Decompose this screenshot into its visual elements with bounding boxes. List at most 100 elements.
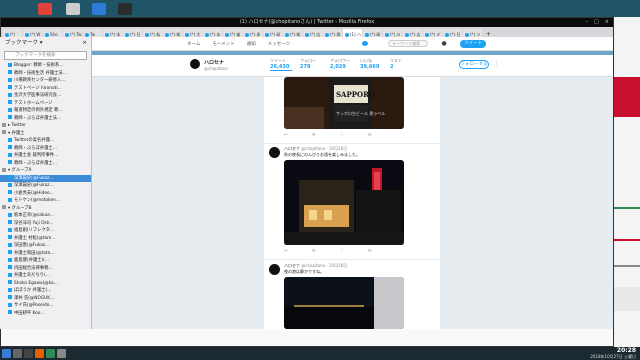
bookmark-item[interactable]: 教師・技術生活 弁護士法… <box>0 70 91 78</box>
follow-button[interactable]: フォローする <box>459 60 489 69</box>
taskbar: 20:28 2018年10月27日 土曜日 <box>0 347 640 360</box>
bookmark-folder[interactable]: ▾ 弁護士 <box>0 130 91 138</box>
bookmark-folder[interactable]: ▾ グループA <box>0 167 91 175</box>
bookmark-item[interactable]: 弁護士和田(@tata… <box>0 250 91 258</box>
nav-home[interactable]: ホーム <box>187 41 200 47</box>
terminal-icon[interactable] <box>24 349 33 358</box>
maximize-button[interactable]: □ <box>594 18 599 27</box>
close-icon[interactable]: × <box>82 37 87 49</box>
bookmark-item[interactable]: 教師・ぶらぼ弁護士… <box>0 160 91 168</box>
stat-tweets[interactable]: ツイート 26,430 <box>270 58 292 71</box>
retweet-icon[interactable]: ⟲ <box>312 249 316 254</box>
avatar[interactable] <box>269 147 280 158</box>
bookmark-item[interactable]: 澤井 浩(@NOGUK… <box>0 295 91 303</box>
nav-moments[interactable]: モーメント <box>212 41 234 47</box>
reply-icon[interactable]: ↩ <box>284 249 288 254</box>
firefox-icon[interactable] <box>35 349 44 358</box>
folder-icon <box>2 122 6 127</box>
profile-avatar-icon[interactable]: ● <box>440 40 448 48</box>
nav-messages[interactable]: メッセージ <box>268 41 290 47</box>
twitter-logo-icon[interactable] <box>362 41 369 46</box>
bookmark-item[interactable]: 中田耕平 Koo… <box>0 310 91 318</box>
like-icon[interactable]: ♡ <box>340 133 344 138</box>
twitter-search-input[interactable]: キーワード検索 <box>388 40 429 47</box>
bookmark-item[interactable]: 川場教育センター研修入… <box>0 77 91 85</box>
bookmark-folder[interactable]: ▾ グループB <box>0 205 91 213</box>
files-icon[interactable] <box>13 349 22 358</box>
tweet-photo-beer[interactable]: SAPPORO サッポロ生ビール 黒ラベル <box>284 77 404 129</box>
app-icon-2[interactable] <box>66 3 80 15</box>
bookmark-item[interactable]: 小倉秀夫(@Hideo… <box>0 190 91 198</box>
stat-following[interactable]: フォロー 278 <box>300 58 322 71</box>
bookmark-item[interactable]: 深田善(@Fukaz… <box>0 242 91 250</box>
tweet-photo-night-harbor[interactable] <box>284 277 404 329</box>
bookmark-icon <box>8 145 12 149</box>
avatar[interactable] <box>189 58 201 70</box>
bookmark-item[interactable]: 深谷洋司 Yuji Osh… <box>0 220 91 228</box>
app-icon-6[interactable] <box>57 349 66 358</box>
bookmark-icon <box>8 257 12 262</box>
background-window[interactable] <box>614 17 640 347</box>
message-icon[interactable]: ✉ <box>368 133 372 138</box>
bookmark-item[interactable]: 弁護士あだちり(… <box>0 272 91 280</box>
bookmark-icon <box>8 100 12 104</box>
bookmark-item[interactable]: Twitterの実名弁護… <box>0 137 91 145</box>
tweet-photo-night-street[interactable] <box>284 160 404 245</box>
reply-icon[interactable]: ↩ <box>284 133 288 138</box>
bookmark-item[interactable]: テストページ hironoti… <box>0 85 91 93</box>
stat-followers[interactable]: フォロワー 2,029 <box>330 58 352 71</box>
profile-name[interactable]: ハロセナ <box>204 59 224 66</box>
bookmark-item[interactable]: 板本正幸(@sakaa… <box>0 212 91 220</box>
bookmark-item[interactable]: ぼぼうか 弁護士(… <box>0 287 91 295</box>
bookmark-item[interactable]: 内田総合法律事務… <box>0 265 91 273</box>
bookmark-search-input[interactable]: ブックマークを検索 <box>4 51 87 60</box>
close-button[interactable]: × <box>605 18 609 27</box>
bookmark-item[interactable]: 金沢大学医事法研究会… <box>0 92 91 100</box>
window-titlebar[interactable]: (1) ハロセナ(@chopitanoさん) | Twitter - Mozil… <box>1 18 613 27</box>
sidebar-title[interactable]: ブックマーク ▾ <box>5 37 43 49</box>
bookmark-item[interactable]: 教師・ぶらぼ弁護士… <box>0 145 91 153</box>
bookmark-item[interactable]: 弁護士会 裁判所事件… <box>0 152 91 160</box>
bookmark-folder[interactable]: ▸ Twitter <box>0 122 91 130</box>
app-icon-1[interactable] <box>38 3 52 15</box>
bookmark-icon <box>8 227 12 232</box>
app-icon-4[interactable] <box>118 3 132 15</box>
avatar[interactable] <box>269 264 280 275</box>
bookmark-item[interactable]: 深澤諭史(@Fukaz… <box>0 174 91 182</box>
tweet-author[interactable]: ハロセナ <box>284 263 300 268</box>
tweet-author[interactable]: ハロセナ <box>284 146 300 151</box>
system-clock[interactable]: 20:28 2018年10月27日 土曜日 <box>590 347 636 360</box>
minimize-button[interactable]: – <box>586 18 589 27</box>
bookmark-item[interactable]: Blogger: 教師・技術系… <box>0 62 91 70</box>
stat-lists[interactable]: リスト 2 <box>390 58 412 71</box>
like-icon[interactable]: ♡ <box>340 249 344 254</box>
stat-likes[interactable]: いいね 39,669 <box>360 58 382 71</box>
message-icon[interactable]: ✉ <box>368 249 372 254</box>
bookmark-label: 教師・ぶらぼ弁護士… <box>14 160 57 166</box>
nav-notifications[interactable]: 通知 <box>247 41 256 47</box>
bookmark-item[interactable]: モトケン(@motoken… <box>0 197 91 205</box>
bookmark-item[interactable]: 教師・ぶらぼ弁護士法… <box>0 115 91 123</box>
retweet-icon[interactable]: ⟲ <box>312 133 316 138</box>
bookmark-label: Shoko Egawa(@ka… <box>14 280 58 286</box>
bookmark-label: モトケン(@motoken… <box>14 198 61 203</box>
app-icon-5[interactable] <box>46 349 55 358</box>
more-options-icon[interactable]: ⋮ <box>494 61 500 67</box>
web-page: ホーム モーメント 通知 メッセージ キーワード検索 ● ツイート ハロセナ @… <box>92 37 613 329</box>
start-icon[interactable] <box>2 349 11 358</box>
bookmark-item[interactable]: サイ氏(@Poseido… <box>0 302 91 310</box>
bookmark-label: ▸ Twitter <box>8 123 26 128</box>
window-title: (1) ハロセナ(@chopitanoさん) | Twitter - Mozil… <box>239 19 375 25</box>
bookmark-item[interactable]: 深澤諭史(@Fukaz… <box>0 182 91 190</box>
bookmark-item[interactable]: Shoko Egawa(@ka… <box>0 280 91 288</box>
tweet-button[interactable]: ツイート <box>460 39 487 48</box>
bookmark-label: 福島創(リフレクタ… <box>14 228 55 233</box>
bookmark-item[interactable]: 福島創(リフレクタ… <box>0 227 91 235</box>
bookmark-icon <box>8 175 12 179</box>
app-icon-3[interactable] <box>92 3 106 15</box>
bookmark-item[interactable]: 弁護士 村松(@tam… <box>0 235 91 243</box>
bookmark-item[interactable]: 鹿島健(弁護士)(… <box>0 257 91 265</box>
bookmark-item[interactable]: テストホームページ <box>0 100 91 108</box>
window-controls: – □ × <box>586 18 609 27</box>
bookmark-item[interactable]: 報道特定の例外規定 教… <box>0 107 91 115</box>
